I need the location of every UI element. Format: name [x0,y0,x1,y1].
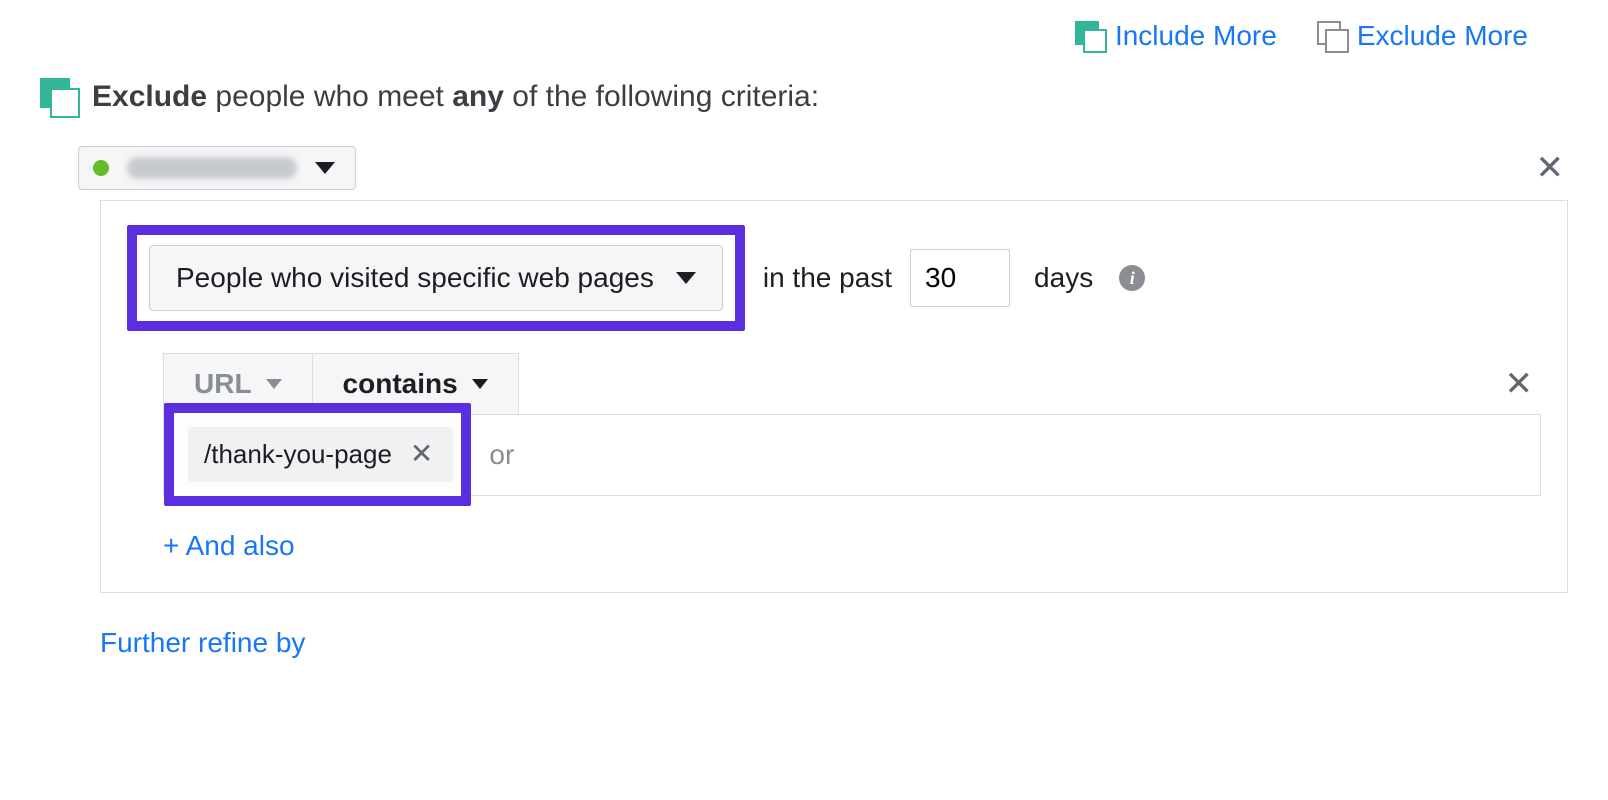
in-the-past-label: in the past [763,262,892,294]
remove-url-filter-button[interactable]: ✕ [1501,367,1538,401]
exclude-more-label: Exclude More [1357,20,1528,52]
url-filter-block: URL contains ✕ /thank-you-page ✕ [163,353,1541,562]
days-label: days [1034,262,1093,294]
status-dot-icon [93,160,109,176]
top-links-row: Include More Exclude More [40,20,1568,78]
exclude-icon [40,78,78,116]
any-bold: any [452,80,504,113]
remove-rule-group-button[interactable]: ✕ [1532,151,1569,185]
exclude-heading: Exclude people who meet any of the follo… [40,78,1568,116]
highlight-event-type: People who visited specific web pages [127,225,745,331]
include-icon [1075,21,1105,51]
url-value-text: /thank-you-page [204,439,392,470]
source-row: ✕ [78,146,1568,190]
highlight-url-value: /thank-you-page ✕ [164,403,471,506]
days-input[interactable] [910,249,1010,307]
info-icon[interactable]: i [1119,265,1145,291]
caret-down-icon [315,162,335,174]
source-dropdown[interactable] [78,146,356,190]
include-more-label: Include More [1115,20,1277,52]
event-type-row: People who visited specific web pages in… [127,225,1541,331]
remove-chip-button[interactable]: ✕ [406,440,437,468]
url-operator-label: contains [343,368,458,400]
heading-tail: of the following criteria: [504,80,819,113]
exclude-more-link[interactable]: Exclude More [1317,20,1528,52]
include-more-link[interactable]: Include More [1075,20,1277,52]
event-type-label: People who visited specific web pages [176,262,654,294]
rule-panel: People who visited specific web pages in… [100,200,1568,593]
further-refine-link[interactable]: Further refine by [100,627,305,659]
and-also-button[interactable]: + And also [163,530,295,562]
caret-down-icon [266,379,282,389]
exclude-bold: Exclude [92,80,207,113]
url-value-input-row: /thank-you-page ✕ or [163,414,1541,496]
exclude-heading-text: Exclude people who meet any of the follo… [92,80,819,114]
event-type-dropdown[interactable]: People who visited specific web pages [149,245,723,311]
caret-down-icon [472,379,488,389]
source-name-placeholder [127,157,297,179]
url-value-chip[interactable]: /thank-you-page ✕ [188,427,453,482]
url-value-input[interactable]: or [471,415,1540,495]
url-field-label: URL [194,368,252,400]
heading-mid: people who meet [207,80,452,113]
exclude-outline-icon [1317,21,1347,51]
caret-down-icon [676,272,696,284]
